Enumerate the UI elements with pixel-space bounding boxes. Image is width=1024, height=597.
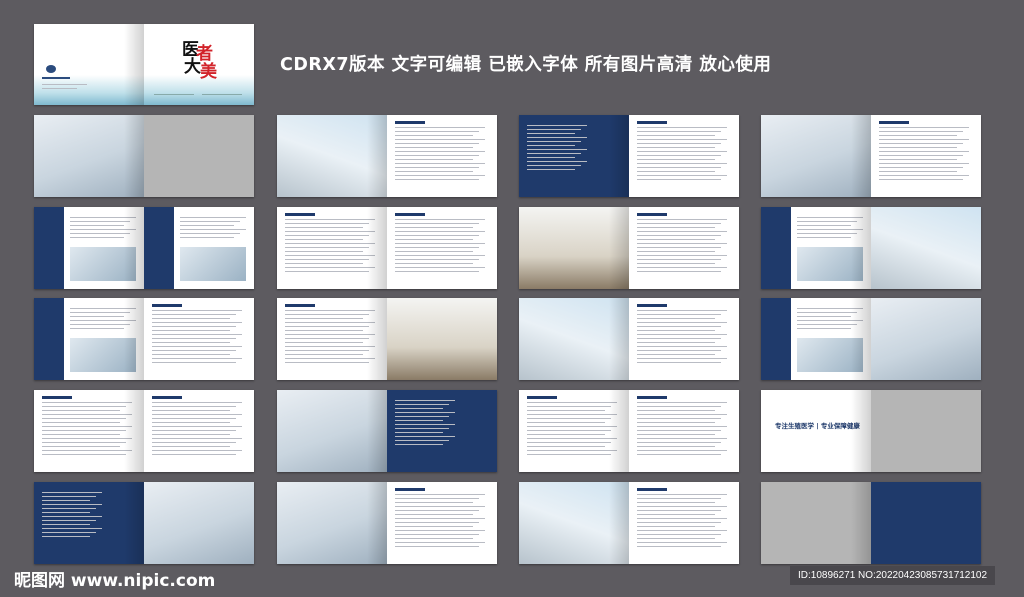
brochure-spread <box>34 115 254 197</box>
headline: CDRX7版本 文字可编辑 已嵌入字体 所有图片高清 放心使用 <box>280 55 772 75</box>
slogan: 专注生殖医学 | 专业保障健康 <box>775 422 860 430</box>
brochure-page <box>144 390 254 472</box>
brochure-page <box>387 115 497 197</box>
watermark: 昵图网 www.nipic.com <box>14 571 216 591</box>
brochure-page: 专注生殖医学 | 专业保障健康 <box>761 390 871 472</box>
brochure-page <box>629 298 739 380</box>
brochure-page <box>629 482 739 564</box>
brochure-page <box>761 207 871 289</box>
brochure-page <box>519 207 629 289</box>
brochure-spread: 专注生殖医学 | 专业保障健康 <box>761 390 981 472</box>
brochure-page <box>761 298 871 380</box>
brochure-spread <box>34 390 254 472</box>
brochure-cover-spread: 医者大美 <box>34 24 254 105</box>
brochure-page <box>34 207 144 289</box>
brochure-page <box>871 115 981 197</box>
brochure-spread <box>34 482 254 564</box>
brochure-spread <box>277 207 497 289</box>
logo-icon <box>46 65 56 73</box>
brochure-page <box>277 298 387 380</box>
brochure-spread <box>519 298 739 380</box>
brochure-page <box>871 207 981 289</box>
brochure-page <box>144 482 254 564</box>
brochure-spread <box>519 390 739 472</box>
brochure-page <box>629 115 739 197</box>
brochure-page <box>277 207 387 289</box>
brochure-page <box>519 482 629 564</box>
brochure-spread <box>519 482 739 564</box>
brochure-spread <box>277 390 497 472</box>
brochure-spread <box>519 115 739 197</box>
brochure-spread <box>34 298 254 380</box>
brochure-page <box>761 115 871 197</box>
brochure-spread <box>277 298 497 380</box>
brochure-page <box>277 482 387 564</box>
brochure-page <box>519 390 629 472</box>
brochure-page <box>144 115 254 197</box>
brochure-page <box>387 482 497 564</box>
brochure-spread <box>34 207 254 289</box>
brochure-page <box>144 207 254 289</box>
brochure-page <box>871 390 981 472</box>
brochure-page <box>387 207 497 289</box>
brochure-page <box>277 115 387 197</box>
brochure-spread <box>761 298 981 380</box>
brochure-page <box>144 298 254 380</box>
brochure-spread <box>761 207 981 289</box>
brochure-page <box>761 482 871 564</box>
brochure-page <box>34 115 144 197</box>
brochure-spread <box>277 115 497 197</box>
brochure-page <box>34 390 144 472</box>
brochure-page <box>629 207 739 289</box>
brochure-page <box>519 115 629 197</box>
mountain-graphic <box>34 75 254 105</box>
brochure-page <box>277 390 387 472</box>
brochure-spread <box>761 115 981 197</box>
brochure-page <box>629 390 739 472</box>
brochure-spread <box>277 482 497 564</box>
brochure-page <box>387 390 497 472</box>
brochure-page <box>519 298 629 380</box>
image-id: ID:10896271 NO:20220423085731712102 <box>790 566 996 585</box>
brochure-page <box>871 482 981 564</box>
brochure-page <box>34 298 144 380</box>
brochure-page <box>387 298 497 380</box>
brochure-spread <box>761 482 981 564</box>
brochure-spread <box>519 207 739 289</box>
brochure-page <box>871 298 981 380</box>
brochure-page <box>34 482 144 564</box>
